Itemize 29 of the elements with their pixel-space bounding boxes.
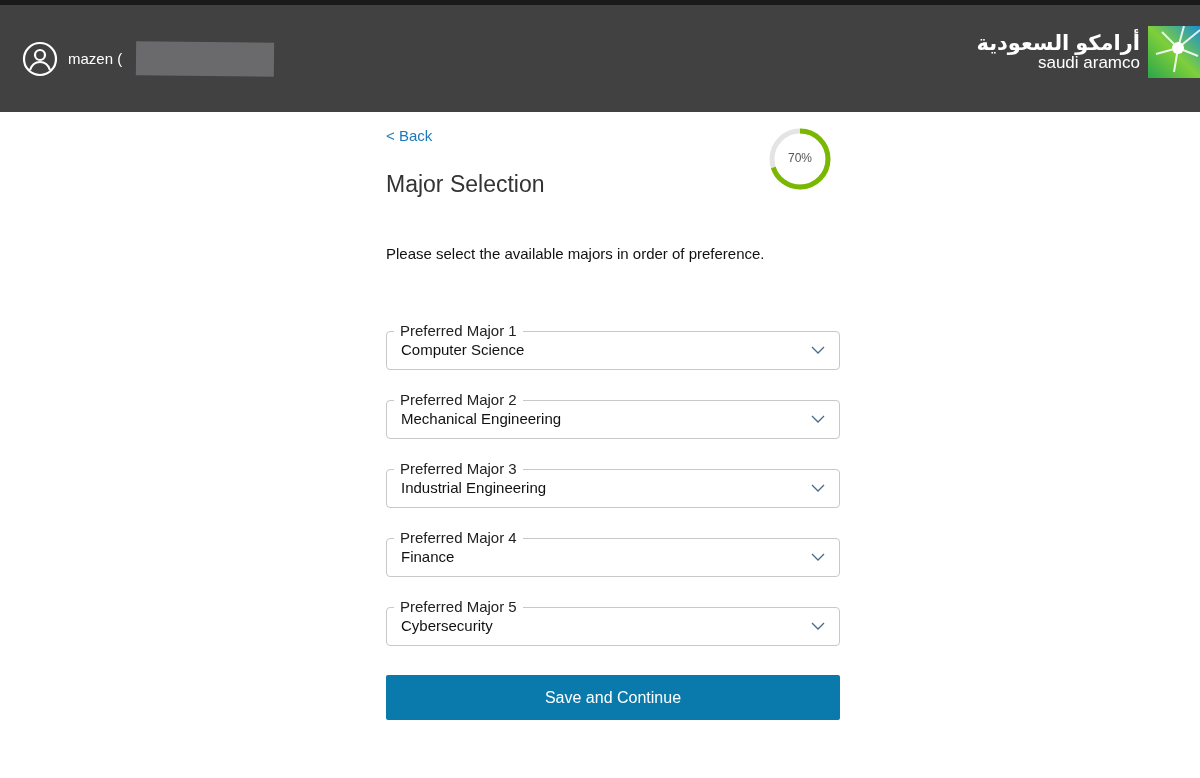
selected-major: Computer Science	[401, 341, 525, 358]
selected-major: Finance	[401, 548, 455, 565]
starburst-logo-icon	[1148, 25, 1200, 78]
field-label: Preferred Major 2	[399, 391, 518, 409]
back-link[interactable]: < Back	[386, 127, 433, 144]
field-label: Preferred Major 3	[399, 460, 518, 478]
user-name: mazen (	[68, 50, 123, 67]
field-label: Preferred Major 1	[399, 322, 518, 340]
major-dropdown[interactable]: Preferred Major 4 Finance	[386, 529, 840, 577]
major-dropdown[interactable]: Preferred Major 3 Industrial Engineering	[386, 460, 840, 508]
page-title: Major Selection	[386, 171, 545, 198]
chevron-down-icon	[811, 414, 825, 423]
selected-major: Cybersecurity	[401, 617, 493, 634]
progress-label: 70%	[787, 151, 813, 165]
chevron-down-icon	[811, 552, 825, 561]
field-label: Preferred Major 4	[399, 529, 518, 547]
logo-text: saudi aramco	[1037, 54, 1140, 71]
chevron-down-icon	[811, 483, 825, 492]
field-label: Preferred Major 5	[399, 598, 518, 616]
user-icon[interactable]	[22, 40, 58, 77]
instructions-text: Please select the available majors in order of preference.	[386, 245, 766, 262]
major-dropdown[interactable]: Preferred Major 5 Cybersecurity	[386, 598, 840, 646]
major-dropdown[interactable]: Preferred Major 2 Mechanical Engineering	[386, 391, 840, 439]
selected-major: Mechanical Engineering	[401, 410, 562, 427]
selected-major: Industrial Engineering	[401, 479, 547, 496]
save-continue-button[interactable]: Save and Continue	[386, 675, 840, 720]
chevron-down-icon	[811, 621, 825, 630]
chevron-down-icon	[811, 345, 825, 354]
major-dropdown[interactable]: Preferred Major 1 Computer Science	[386, 322, 840, 370]
